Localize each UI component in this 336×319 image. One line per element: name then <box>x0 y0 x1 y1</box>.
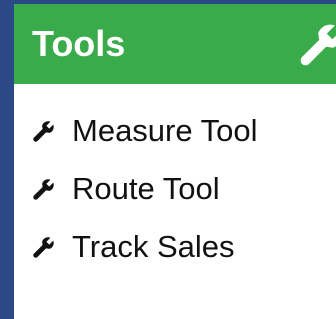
tool-item-route[interactable]: Route Tool <box>30 160 336 218</box>
tool-item-label: Measure Tool <box>72 113 258 148</box>
tool-item-track-sales[interactable]: Track Sales <box>30 218 336 276</box>
tool-item-label: Route Tool <box>72 171 220 206</box>
wrench-icon <box>294 16 336 72</box>
tool-item-measure[interactable]: Measure Tool <box>30 102 336 160</box>
tools-list: Measure Tool Route Tool Track Sales <box>14 84 336 276</box>
wrench-icon <box>30 117 58 145</box>
wrench-icon <box>30 233 58 261</box>
tool-item-label: Track Sales <box>72 229 235 264</box>
panel-title: Tools <box>32 23 126 64</box>
tools-panel-header: Tools <box>14 4 336 84</box>
tools-panel: Tools Measure Tool Route Tool Track Sale… <box>14 4 336 319</box>
wrench-icon <box>30 175 58 203</box>
